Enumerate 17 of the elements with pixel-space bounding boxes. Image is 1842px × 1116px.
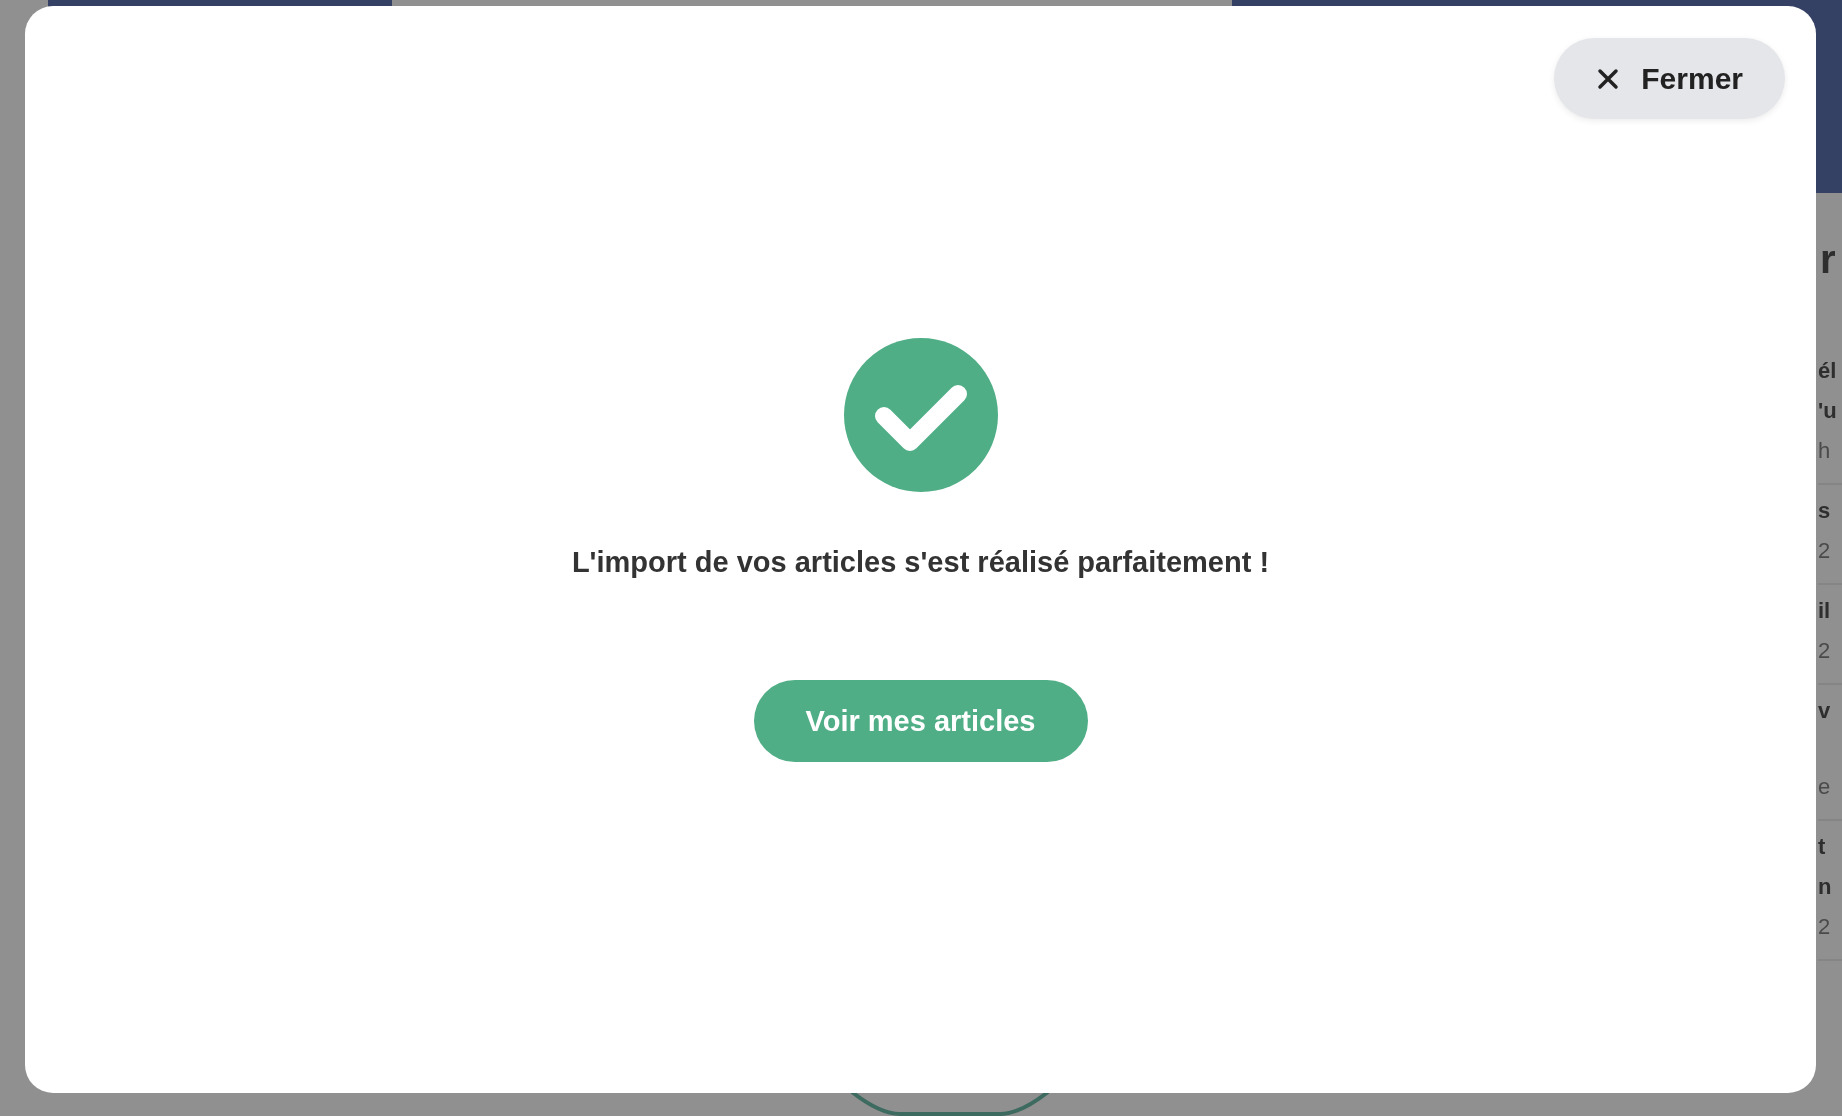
check-circle-icon [843,338,998,492]
item-meta: 2 [1818,913,1832,941]
close-button[interactable]: Fermer [1554,38,1785,119]
close-icon [1597,67,1620,90]
item-title: v [1818,697,1832,725]
item-meta: e [1818,773,1832,801]
item-title: il [1818,597,1832,625]
item-title: n [1818,873,1833,901]
page-heading: r [1819,237,1837,283]
item-title: s [1818,497,1832,525]
item-meta: 2 [1818,637,1832,665]
item-meta: 2 [1818,537,1832,565]
item-title: t [1818,833,1827,861]
item-title: él [1818,357,1838,385]
item-meta: h [1818,437,1832,465]
item-title: 'u [1818,397,1838,425]
success-message: L'import de vos articles s'est réalisé parfaitement ! [571,546,1270,579]
